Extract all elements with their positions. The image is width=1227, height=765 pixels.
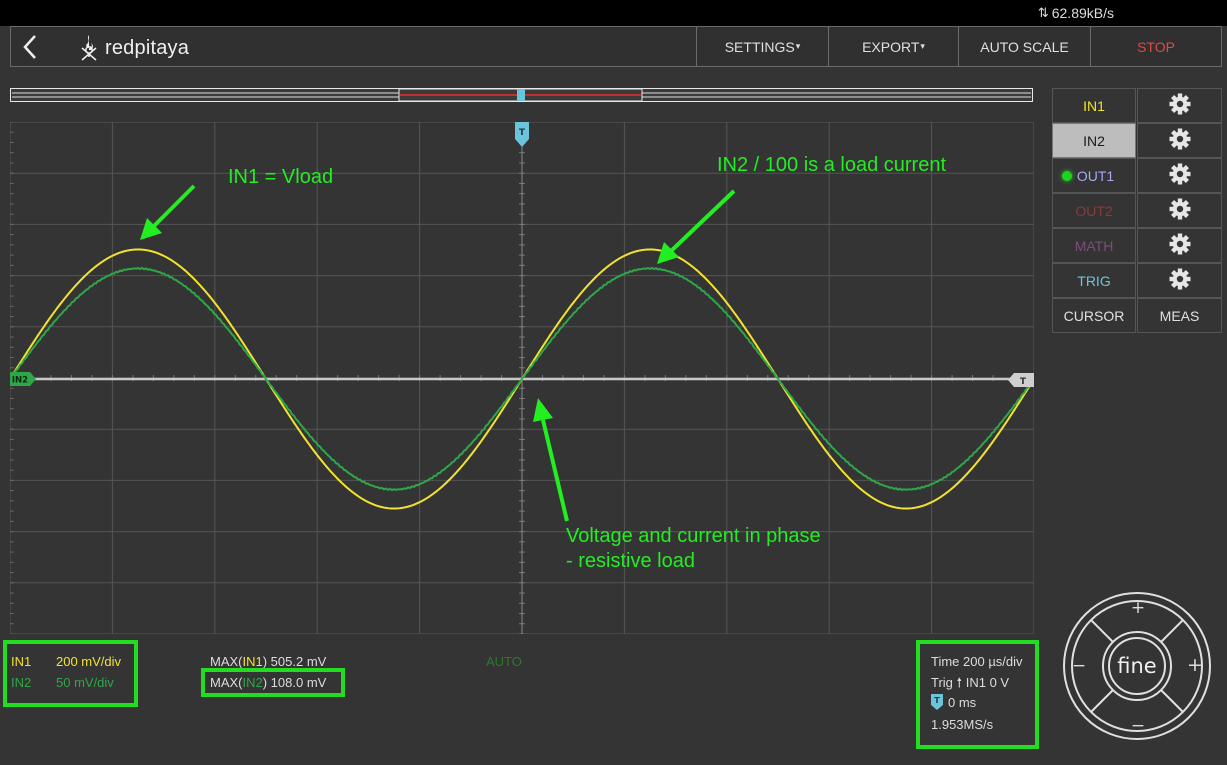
timebase-trigger: Trig 🠕 IN1 0 V (931, 674, 1009, 696)
channel-trig-settings-button[interactable] (1137, 263, 1222, 298)
gear-icon (1169, 93, 1191, 118)
gear-icon (1169, 128, 1191, 153)
timebase-trigger-prefix: Trig (931, 675, 953, 690)
gear-icon (1169, 268, 1191, 293)
arrow-in1 (140, 184, 196, 240)
acquisition-mode: AUTO (486, 654, 522, 669)
scale-in1-value: 200 mV/div (56, 654, 122, 669)
channel-math-settings-button[interactable] (1137, 228, 1222, 263)
trigger-rising-edge-icon: 🠕 (956, 675, 963, 690)
timebase-delay: T 0 ms (931, 694, 976, 710)
annotation-phase-line1: Voltage and current in phase (566, 525, 821, 547)
meas-label: MEAS (1159, 307, 1200, 324)
gear-icon (1169, 198, 1191, 223)
meas-button[interactable]: MEAS (1137, 298, 1222, 333)
scale-in2-value: 50 mV/div (56, 675, 114, 690)
measurement-max-in1: MAX(IN1) 505.2 mV (210, 654, 326, 669)
measurement-max-in1-value: ) 505.2 mV (262, 654, 327, 669)
channel-row-out1: OUT1 (1052, 158, 1222, 193)
channel-trig-button[interactable]: TRIG (1052, 263, 1136, 298)
channel-out1-label: OUT1 (1076, 167, 1115, 184)
measurement-max-in2-value: ) 108.0 mV (262, 675, 327, 690)
arrow-in2 (657, 189, 736, 264)
channel-math-button[interactable]: MATH (1052, 228, 1136, 263)
trigger-marker-icon: T (931, 694, 943, 710)
channel-in1-button[interactable]: IN1 (1052, 88, 1136, 123)
annotation-in1: IN1 = Vload (228, 166, 334, 188)
channel-in2-button[interactable]: IN2 (1052, 123, 1136, 158)
measurement-max-in2-channel: IN2 (242, 675, 263, 690)
timebase-sample-rate: 1.953MS/s (931, 717, 994, 732)
channel-row-math: MATH (1052, 228, 1222, 263)
channel-row-out2: OUT2 (1052, 193, 1222, 228)
tools-row: CURSOR MEAS (1052, 298, 1222, 333)
channel-out1-button[interactable]: OUT1 (1052, 158, 1136, 193)
measurement-max-in1-channel: IN1 (242, 654, 263, 669)
annotation-in2: IN2 / 100 is a load current (717, 154, 947, 176)
out1-enabled-led-icon (1061, 170, 1072, 181)
channel-in1-settings-button[interactable] (1137, 88, 1222, 123)
joystick-up-button[interactable]: + (1131, 598, 1145, 618)
gear-icon (1169, 163, 1191, 188)
annotation-phase-line2: - resistive load (566, 550, 695, 572)
joystick-left-button[interactable]: − (1072, 656, 1086, 676)
joystick-control[interactable]: fine + − − + (1062, 591, 1212, 741)
channel-out2-button[interactable]: OUT2 (1052, 193, 1136, 228)
channel-trig-label: TRIG (1077, 272, 1111, 289)
timebase-time: Time 200 µs/div (931, 654, 1023, 669)
measurement-max-in2-prefix: MAX( (210, 675, 243, 690)
joystick-fine-button[interactable]: fine (1117, 654, 1156, 678)
timebase-delay-value: 0 ms (948, 694, 977, 710)
cursor-label: CURSOR (1063, 307, 1125, 324)
channel-panel: IN1 IN2 OUT1 OUT2 MATH TRIG CURSOR MEAS (1052, 88, 1222, 333)
channel-in1-label: IN1 (1083, 97, 1105, 114)
channel-out1-settings-button[interactable] (1137, 158, 1222, 193)
channel-row-in1: IN1 (1052, 88, 1222, 123)
joystick-down-button[interactable]: − (1131, 716, 1145, 736)
channel-math-label: MATH (1074, 237, 1114, 254)
annotation-arrows (140, 184, 736, 522)
scale-in2-label: IN2 (11, 675, 32, 690)
trigger-marker-icon-label: T (934, 696, 940, 705)
channel-in2-settings-button[interactable] (1137, 123, 1222, 158)
timebase-trigger-value: IN1 0 V (965, 675, 1010, 690)
channel-out2-label: OUT2 (1075, 202, 1113, 219)
measurement-max-in2: MAX(IN2) 108.0 mV (210, 675, 326, 690)
measurement-max-in1-prefix: MAX( (210, 654, 243, 669)
arrow-phase (533, 398, 569, 522)
channel-in2-label: IN2 (1083, 132, 1105, 149)
gear-icon (1169, 233, 1191, 258)
joystick-right-button[interactable]: + (1187, 654, 1203, 676)
cursor-button[interactable]: CURSOR (1052, 298, 1136, 333)
highlight-scale-box (3, 640, 138, 707)
channel-row-in2: IN2 (1052, 123, 1222, 158)
scale-in1-label: IN1 (11, 654, 32, 669)
channel-row-trig: TRIG (1052, 263, 1222, 298)
channel-out2-settings-button[interactable] (1137, 193, 1222, 228)
